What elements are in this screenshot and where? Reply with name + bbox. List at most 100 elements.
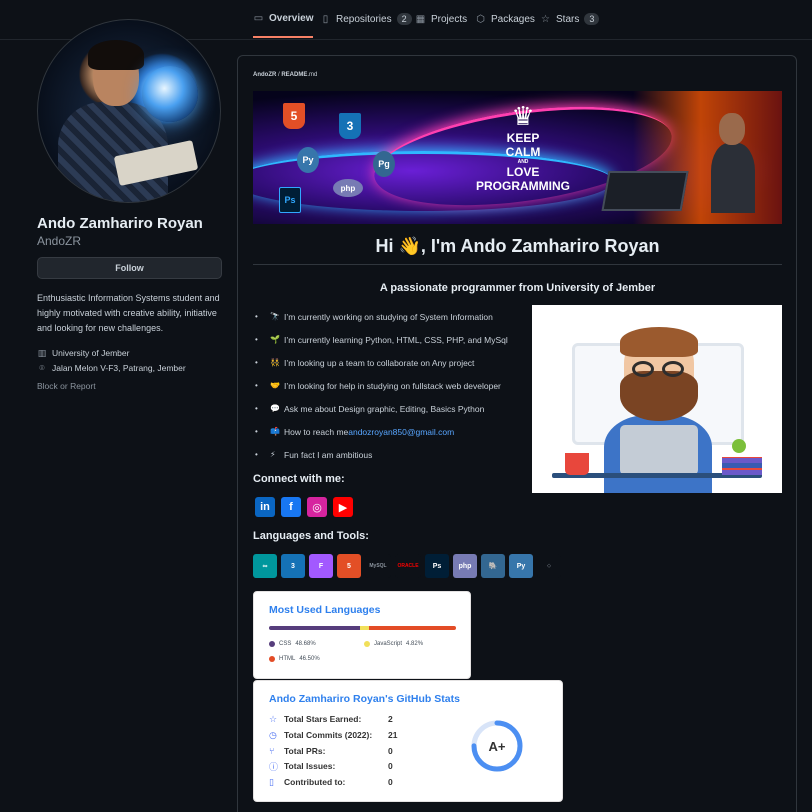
fact-text: I’m looking for help in studying on full… bbox=[284, 380, 501, 391]
stat-label: Total Stars Earned: bbox=[284, 714, 362, 724]
profile-name: Ando Zamhariro Royan bbox=[37, 215, 203, 232]
repo-icon: ▯ bbox=[322, 13, 329, 25]
keep-calm-text: ♛ KEEP CALM AND LOVE PROGRAMMING bbox=[468, 101, 578, 193]
star-icon: ☆ bbox=[269, 713, 278, 724]
css3-icon: 3 bbox=[339, 113, 361, 139]
apple-icon bbox=[732, 439, 746, 453]
bullet: • bbox=[255, 404, 258, 413]
rank-ring: A+ bbox=[470, 719, 524, 773]
breadcrumb-user[interactable]: AndoZR bbox=[253, 72, 276, 78]
legend-name: JavaScript bbox=[374, 641, 403, 647]
fact-text: I’m currently working on studying of Sys… bbox=[284, 311, 493, 322]
profile-location: ⌾ Jalan Melon V-F3, Patrang, Jember bbox=[37, 363, 185, 373]
instagram-glyph: ◎ bbox=[312, 501, 322, 514]
tool-glyph: ◇ bbox=[547, 563, 551, 569]
repo-icon: ▯ bbox=[269, 776, 274, 787]
banner-line: LOVE bbox=[506, 165, 540, 179]
top-languages-title: Most Used Languages bbox=[269, 604, 381, 616]
tab-projects[interactable]: ▦ Projects bbox=[415, 0, 467, 38]
breadcrumb-file[interactable]: README bbox=[281, 72, 307, 78]
lightning-icon: ⚡ bbox=[270, 450, 276, 459]
stat-value: 2 bbox=[388, 714, 393, 724]
legend-percent: 46.50% bbox=[299, 656, 320, 662]
banner-person bbox=[711, 113, 755, 213]
glasses-icon bbox=[632, 361, 654, 377]
stat-value: 0 bbox=[388, 761, 393, 771]
facebook-icon[interactable]: f bbox=[281, 497, 301, 517]
figma-icon[interactable]: F bbox=[309, 554, 333, 578]
fact-text: I’m currently learning Python, HTML, CSS… bbox=[284, 334, 508, 345]
list-item: • 🤝 I’m looking for help in studying on fu… bbox=[255, 374, 535, 397]
banner-line: CALM bbox=[505, 145, 541, 159]
banner-person-body bbox=[711, 143, 755, 213]
location-icon: ⌾ bbox=[39, 363, 45, 373]
legend-percent: 48.68% bbox=[295, 641, 316, 647]
breadcrumb: AndoZR / README.md bbox=[253, 72, 317, 78]
youtube-icon[interactable]: ▶ bbox=[333, 497, 353, 517]
crown-icon: ♛ bbox=[511, 101, 535, 131]
html5-icon[interactable]: 5 bbox=[337, 554, 361, 578]
css3-icon[interactable]: 3 bbox=[281, 554, 305, 578]
language-bar-segment bbox=[369, 626, 456, 630]
rank-grade: A+ bbox=[488, 738, 506, 754]
tab-label: Stars bbox=[556, 13, 580, 25]
language-bar bbox=[269, 626, 456, 630]
youtube-glyph: ▶ bbox=[338, 501, 348, 514]
follow-button[interactable]: Follow bbox=[37, 257, 222, 279]
tab-label: Overview bbox=[269, 12, 314, 24]
profile-login: AndoZR bbox=[37, 234, 82, 248]
bullet: • bbox=[255, 427, 258, 436]
block-or-report-link[interactable]: Block or Report bbox=[37, 381, 96, 391]
illustration-laptop bbox=[620, 425, 698, 475]
glasses-icon bbox=[662, 361, 684, 377]
photoshop-icon: Ps bbox=[279, 187, 301, 213]
list-item: • ⚡ Fun fact I am ambitious bbox=[255, 443, 535, 466]
photoshop-icon[interactable]: Ps bbox=[425, 554, 449, 578]
arduino-icon[interactable]: ∞ bbox=[253, 554, 277, 578]
php-icon[interactable]: php bbox=[453, 554, 477, 578]
facts-list: • 🔭 I’m currently working on studying of S… bbox=[255, 305, 535, 466]
avatar[interactable] bbox=[37, 19, 221, 203]
list-item: • 🔭 I’m currently working on studying of S… bbox=[255, 305, 535, 328]
legend-swatch bbox=[364, 641, 370, 647]
tab-packages[interactable]: ⬡ Packages bbox=[475, 0, 535, 38]
mysql-icon[interactable]: MySQL bbox=[365, 554, 391, 578]
pull-request-icon: ⑂ bbox=[269, 746, 275, 756]
avatar-hair bbox=[88, 40, 144, 70]
legend-item-html: HTML 46.50% bbox=[269, 656, 320, 662]
tab-label: Projects bbox=[431, 13, 468, 25]
postgresql-icon[interactable]: 🐘 bbox=[481, 554, 505, 578]
readme-subtitle: A passionate programmer from University … bbox=[379, 282, 656, 294]
tools-heading: Languages and Tools: bbox=[253, 530, 369, 542]
instagram-icon[interactable]: ◎ bbox=[307, 497, 327, 517]
speech-bubble-icon: 💬 bbox=[270, 404, 280, 413]
legend-swatch bbox=[269, 656, 275, 662]
html5-icon: 5 bbox=[283, 103, 305, 129]
linkedin-icon[interactable]: in bbox=[255, 497, 275, 517]
language-bar-segment bbox=[269, 626, 361, 630]
tool-glyph: F bbox=[318, 562, 324, 570]
tool-glyph: MySQL bbox=[369, 563, 387, 569]
legend-item-javascript: JavaScript 4.82% bbox=[364, 641, 423, 647]
readme-banner: 5 3 Py Pg php Ps ♛ KEEP CALM AND LOVE PR… bbox=[253, 91, 782, 224]
email-link[interactable]: andozroyan850@gmail.com bbox=[348, 427, 454, 437]
handshake-icon: 🤝 bbox=[270, 381, 280, 390]
repo-count-badge: 2 bbox=[396, 13, 412, 25]
unity-icon[interactable]: ◇ bbox=[537, 554, 561, 578]
tab-label: Packages bbox=[491, 13, 535, 25]
issue-icon: ⓘ bbox=[269, 761, 279, 772]
tab-stars[interactable]: ☆ Stars 3 bbox=[540, 0, 600, 38]
github-stats-card: Ando Zamhariro Royan's GitHub Stats ☆ To… bbox=[253, 680, 563, 802]
organization-label: University of Jember bbox=[52, 348, 130, 358]
star-icon: ☆ bbox=[541, 13, 550, 25]
python-icon[interactable]: Py bbox=[509, 554, 533, 578]
breadcrumb-extension: .md bbox=[307, 72, 318, 78]
oracle-icon[interactable]: ORACLE bbox=[395, 554, 421, 578]
banner-line: KEEP bbox=[506, 131, 540, 145]
stat-row-prs: ⑂ Total PRs: 0 bbox=[269, 744, 393, 758]
tab-overview[interactable]: ▭ Overview bbox=[253, 0, 314, 38]
banner-line: PROGRAMMING bbox=[476, 179, 570, 193]
stats-title: Ando Zamhariro Royan's GitHub Stats bbox=[269, 693, 460, 705]
tool-glyph: 5 bbox=[347, 562, 351, 570]
tab-repositories[interactable]: ▯ Repositories 2 bbox=[320, 0, 412, 38]
